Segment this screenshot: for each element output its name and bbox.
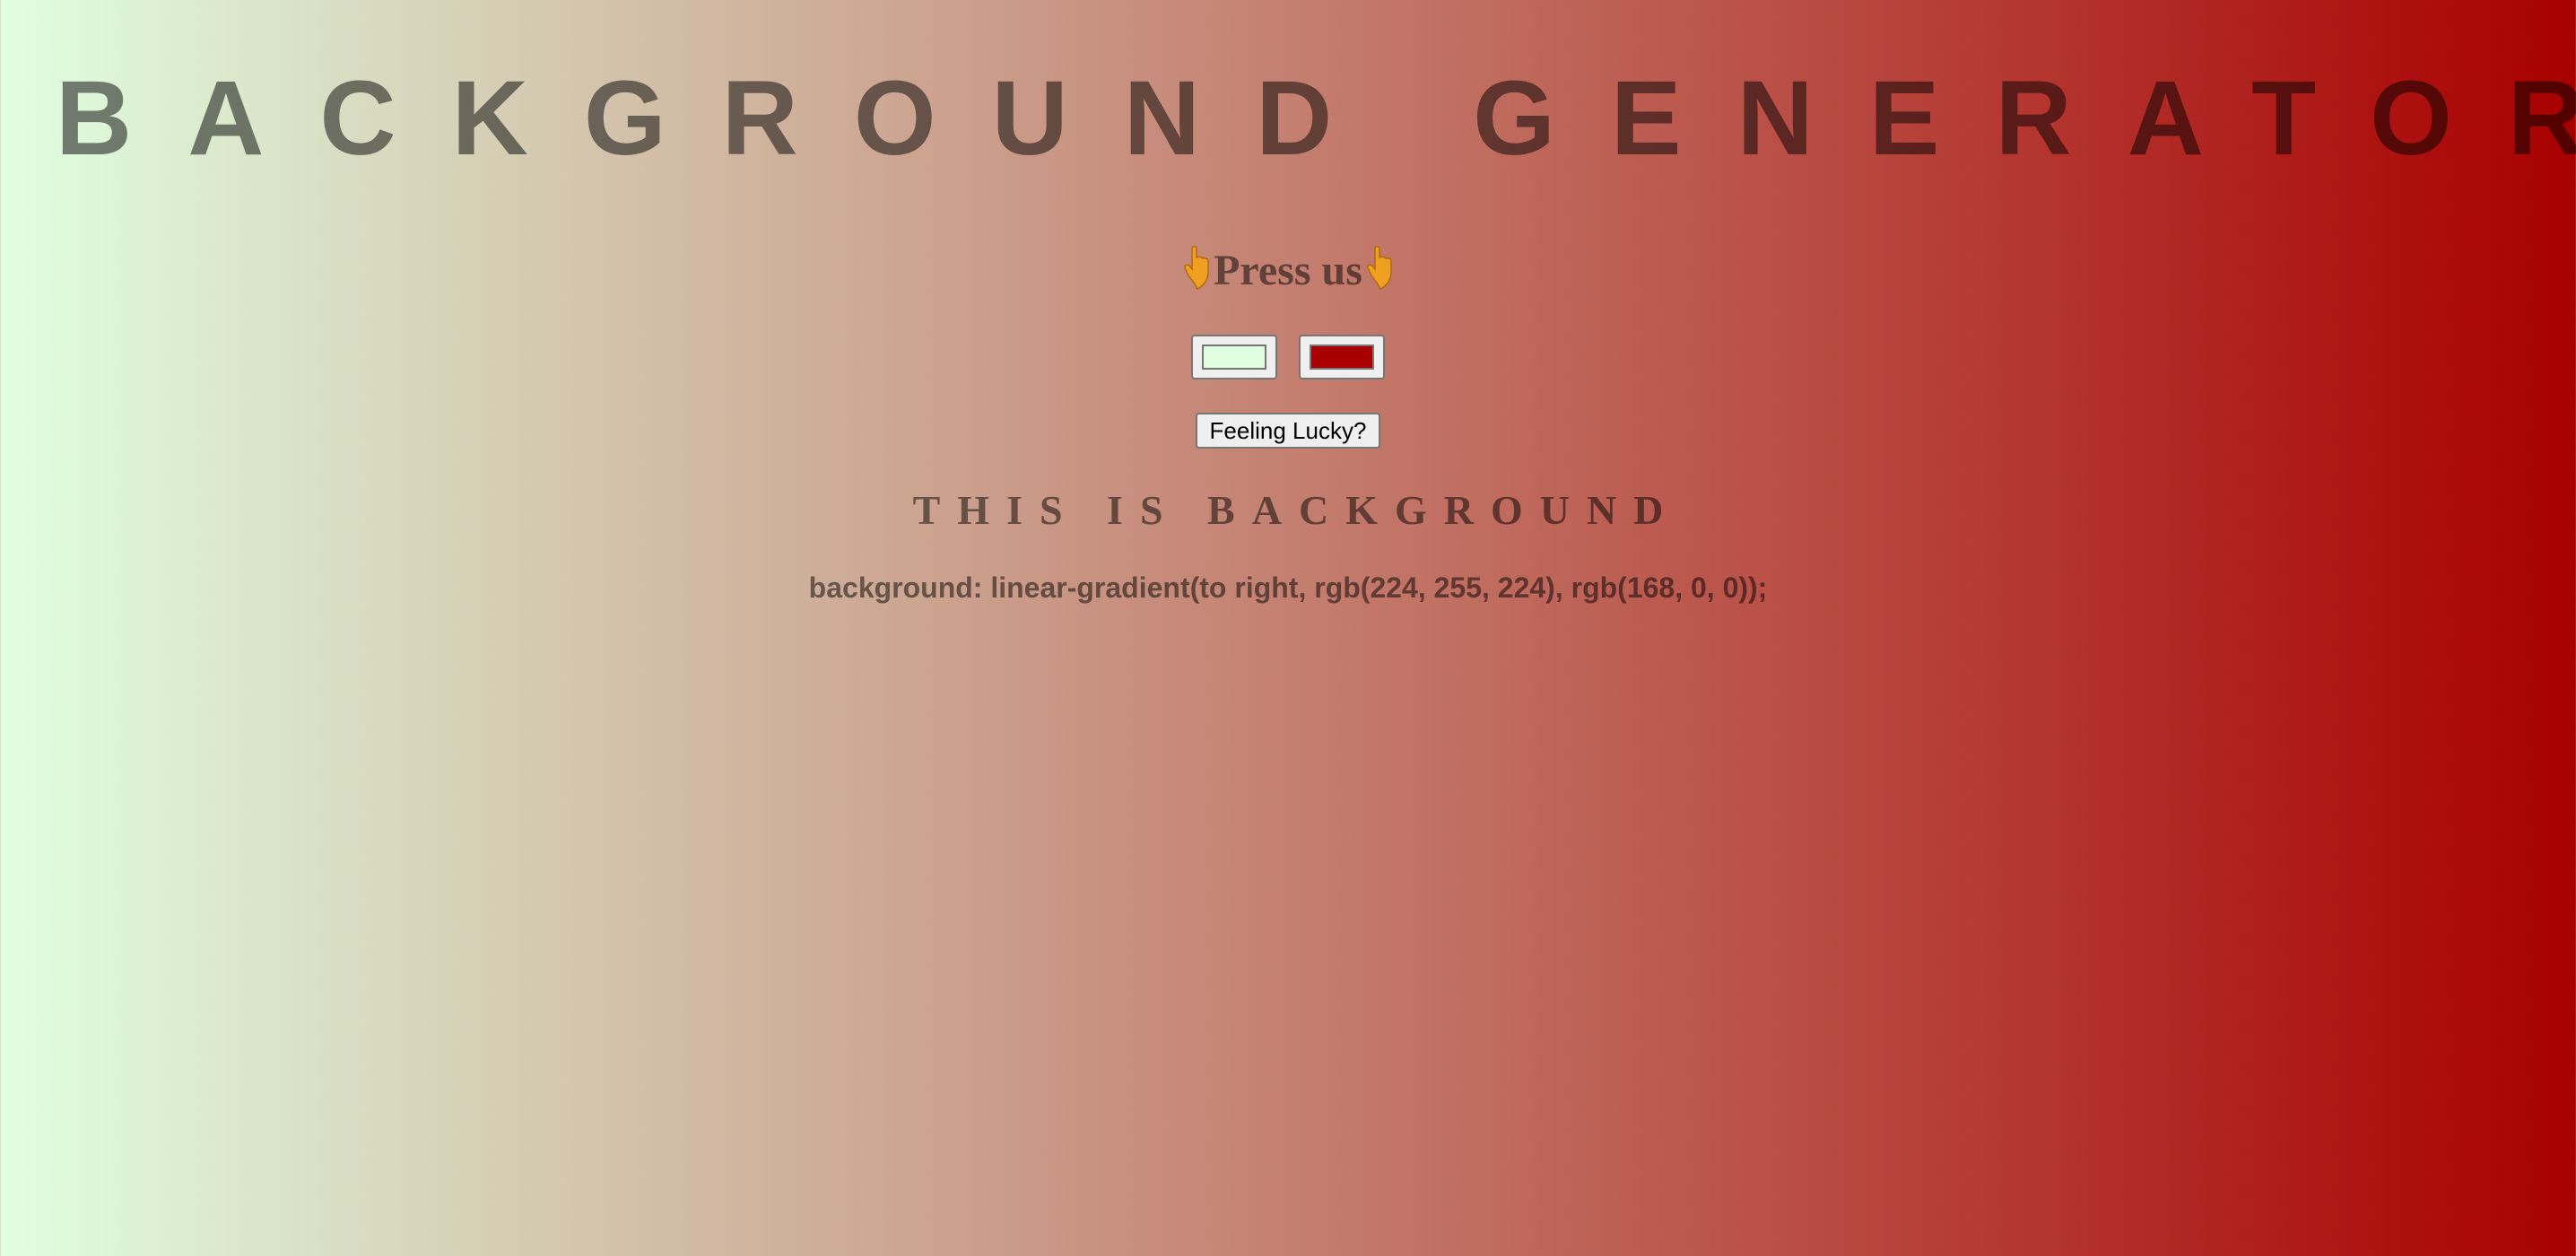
page-title: BACKGROUND GENERATOR bbox=[56, 59, 2576, 178]
hand-pointing-down-icon bbox=[1366, 246, 1392, 290]
css-output: background: linear-gradient(to right, rg… bbox=[808, 571, 1768, 604]
color-picker-1[interactable] bbox=[1191, 335, 1277, 379]
color-pickers bbox=[0, 335, 2576, 383]
color-picker-2[interactable] bbox=[1299, 335, 1385, 379]
hand-pointing-down-icon bbox=[1184, 246, 1209, 290]
color-swatch-1 bbox=[1202, 345, 1266, 370]
subtitle: THIS IS BACKGROUND bbox=[912, 487, 1681, 533]
lucky-button-wrap: Feeling Lucky? bbox=[0, 413, 2576, 449]
color-swatch-2 bbox=[1310, 345, 1374, 370]
press-us-heading: Press us bbox=[0, 235, 2576, 307]
press-us-label: Press us bbox=[1214, 247, 1362, 294]
feeling-lucky-button[interactable]: Feeling Lucky? bbox=[1195, 413, 1381, 449]
